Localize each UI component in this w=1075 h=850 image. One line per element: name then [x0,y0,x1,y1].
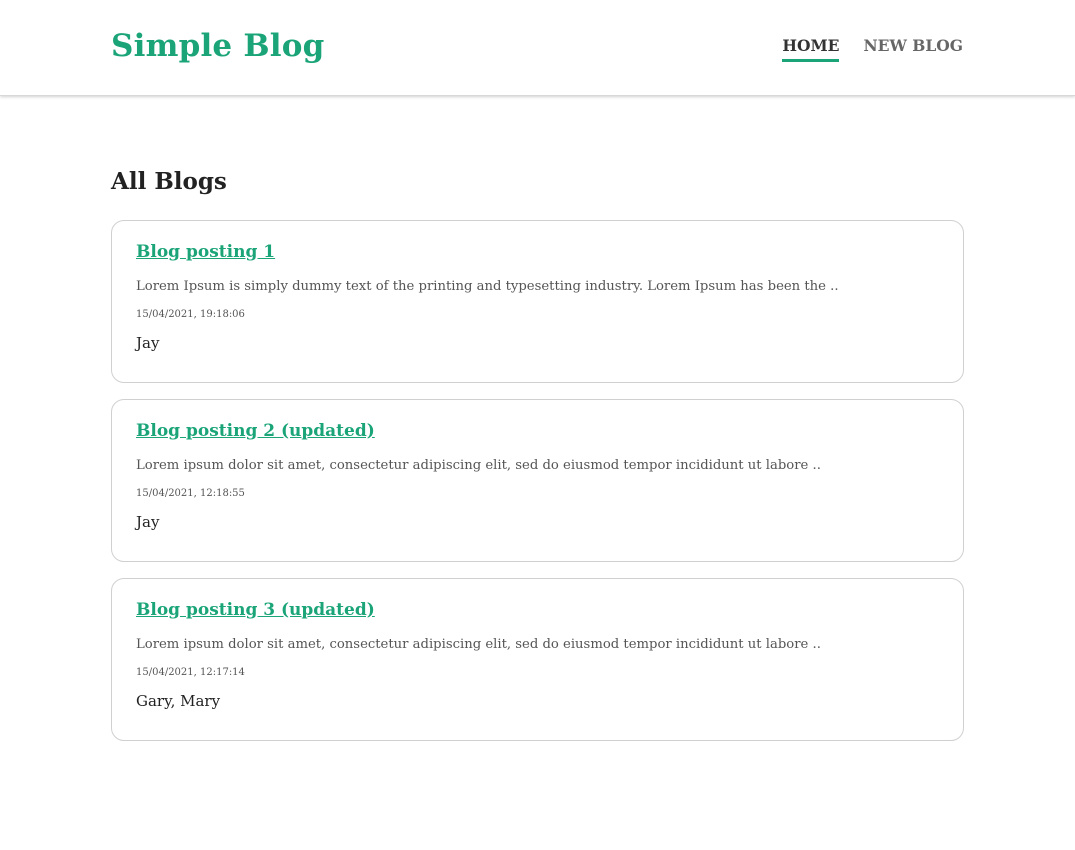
blog-snippet: Lorem ipsum dolor sit amet, consectetur … [136,637,821,652]
main-nav: HOME NEW BLOG [782,34,963,62]
blog-snippet: Lorem Ipsum is simply dummy text of the … [136,279,839,294]
blog-date: 15/04/2021, 19:18:06 [136,309,245,320]
blog-author: Gary, Mary [136,692,221,710]
blog-title-link[interactable]: Blog posting 3 (updated) [136,597,375,623]
blog-title-link[interactable]: Blog posting 1 [136,239,275,265]
blog-title-link[interactable]: Blog posting 2 (updated) [136,418,375,444]
site-logo-link[interactable]: Simple Blog [111,26,324,66]
blog-list-page: All Blogs Blog posting 1 Lorem Ipsum is … [111,164,964,757]
nav-new-blog-link[interactable]: NEW BLOG [863,34,963,62]
blog-card[interactable]: Blog posting 2 (updated) Lorem ipsum dol… [111,399,964,562]
blog-author: Jay [136,334,160,352]
blog-author: Jay [136,513,160,531]
blog-card[interactable]: Blog posting 1 Lorem Ipsum is simply dum… [111,220,964,383]
blog-snippet: Lorem ipsum dolor sit amet, consectetur … [136,458,821,473]
site-header: Simple Blog HOME NEW BLOG [0,0,1075,96]
blog-date: 15/04/2021, 12:18:55 [136,488,245,499]
blog-card[interactable]: Blog posting 3 (updated) Lorem ipsum dol… [111,578,964,741]
blog-date: 15/04/2021, 12:17:14 [136,667,245,678]
page-title: All Blogs [111,168,227,195]
nav-home-link[interactable]: HOME [782,34,840,62]
